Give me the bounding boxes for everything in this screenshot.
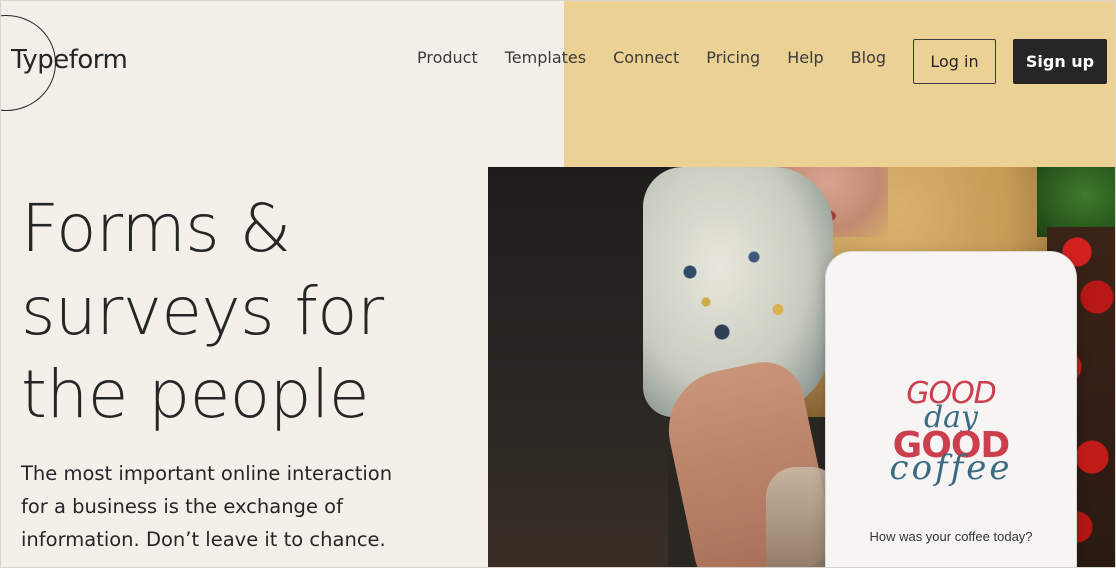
hero-subcopy-line: information. Don’t leave it to chance. <box>21 528 386 551</box>
hero-headline-line: the people <box>21 356 370 433</box>
hero-subcopy-line: for a business is the exchange of <box>21 495 343 518</box>
phone-mockup: GOOD day GOOD coffee How was your coffee… <box>826 252 1076 567</box>
main-nav: Product Templates Connect Pricing Help B… <box>417 48 913 67</box>
nav-item-connect[interactable]: Connect <box>613 48 679 67</box>
phone-brand-line: coffee <box>889 448 1013 488</box>
logo-text: Typeform <box>11 45 128 75</box>
hero-image-shirt-pattern <box>658 227 818 377</box>
nav-item-templates[interactable]: Templates <box>505 48 586 67</box>
hero-image-background <box>488 167 668 567</box>
signup-button[interactable]: Sign up <box>1013 39 1107 84</box>
logo[interactable]: Typeform <box>1 15 141 113</box>
hero-headline: Forms & surveys for the people <box>21 187 461 436</box>
hero-subcopy-line: The most important online interaction <box>21 462 393 485</box>
phone-survey-question: How was your coffee today? <box>869 529 1033 544</box>
nav-item-help[interactable]: Help <box>787 48 823 67</box>
hero-subcopy: The most important online interaction fo… <box>21 457 421 556</box>
hero-headline-line: surveys for <box>21 273 384 350</box>
accent-background-block <box>564 1 1115 167</box>
login-button[interactable]: Log in <box>913 39 996 84</box>
page: Typeform Product Templates Connect Prici… <box>0 0 1116 568</box>
nav-item-product[interactable]: Product <box>417 48 478 67</box>
nav-item-pricing[interactable]: Pricing <box>706 48 760 67</box>
hero-image: GOOD day GOOD coffee How was your coffee… <box>488 167 1115 567</box>
nav-item-blog[interactable]: Blog <box>851 48 886 67</box>
hero-headline-line: Forms & <box>21 190 291 267</box>
